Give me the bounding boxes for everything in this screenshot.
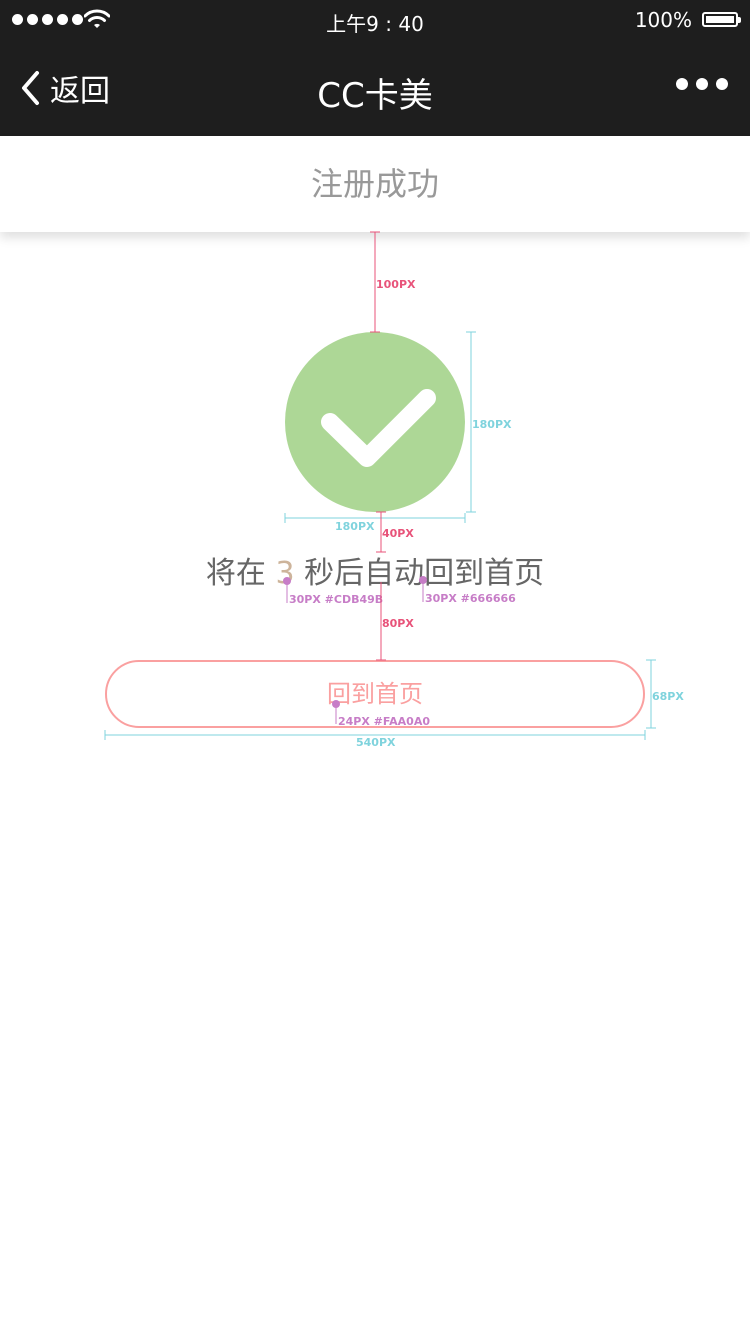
button-width-label: 540PX — [356, 736, 396, 749]
gap-top-label: 100PX — [376, 278, 416, 291]
page-title: 注册成功 — [0, 136, 750, 232]
battery-icon — [702, 12, 741, 27]
gap-top-marker: 100PX — [370, 231, 416, 333]
success-check-icon — [285, 332, 465, 512]
gap-button-label: 80PX — [382, 617, 414, 630]
nav-bar: 返回 CC卡美 — [0, 40, 750, 136]
circle-width-marker: 180PX — [284, 513, 466, 533]
countdown-text: 将在 3 秒后自动回到首页 — [0, 548, 750, 592]
countdown-seconds: 3 — [275, 556, 295, 591]
more-options-icon[interactable] — [676, 78, 728, 90]
gap-text-marker: 40PX — [376, 511, 414, 553]
text-spec-label: 30PX #666666 — [425, 592, 516, 605]
gap-button-marker: 80PX — [376, 582, 414, 661]
circle-height-marker: 180PX — [466, 331, 512, 513]
circle-width-label: 180PX — [335, 520, 375, 533]
battery-percent: 100% — [634, 8, 692, 32]
back-home-button[interactable]: 回到首页 — [105, 660, 645, 728]
button-width-marker: 540PX — [104, 730, 646, 749]
number-spec-label: 30PX #CDB49B — [289, 593, 383, 606]
button-height-marker: 68PX — [646, 659, 684, 729]
countdown-prefix: 将在 — [205, 556, 276, 591]
nav-title: CC卡美 — [317, 76, 433, 116]
gap-text-label: 40PX — [382, 527, 414, 540]
circle-height-label: 180PX — [472, 418, 512, 431]
countdown-suffix: 秒后自动回到首页 — [294, 556, 545, 591]
status-bar: 上午9 : 40 100% — [0, 0, 750, 40]
button-height-label: 68PX — [652, 690, 684, 703]
